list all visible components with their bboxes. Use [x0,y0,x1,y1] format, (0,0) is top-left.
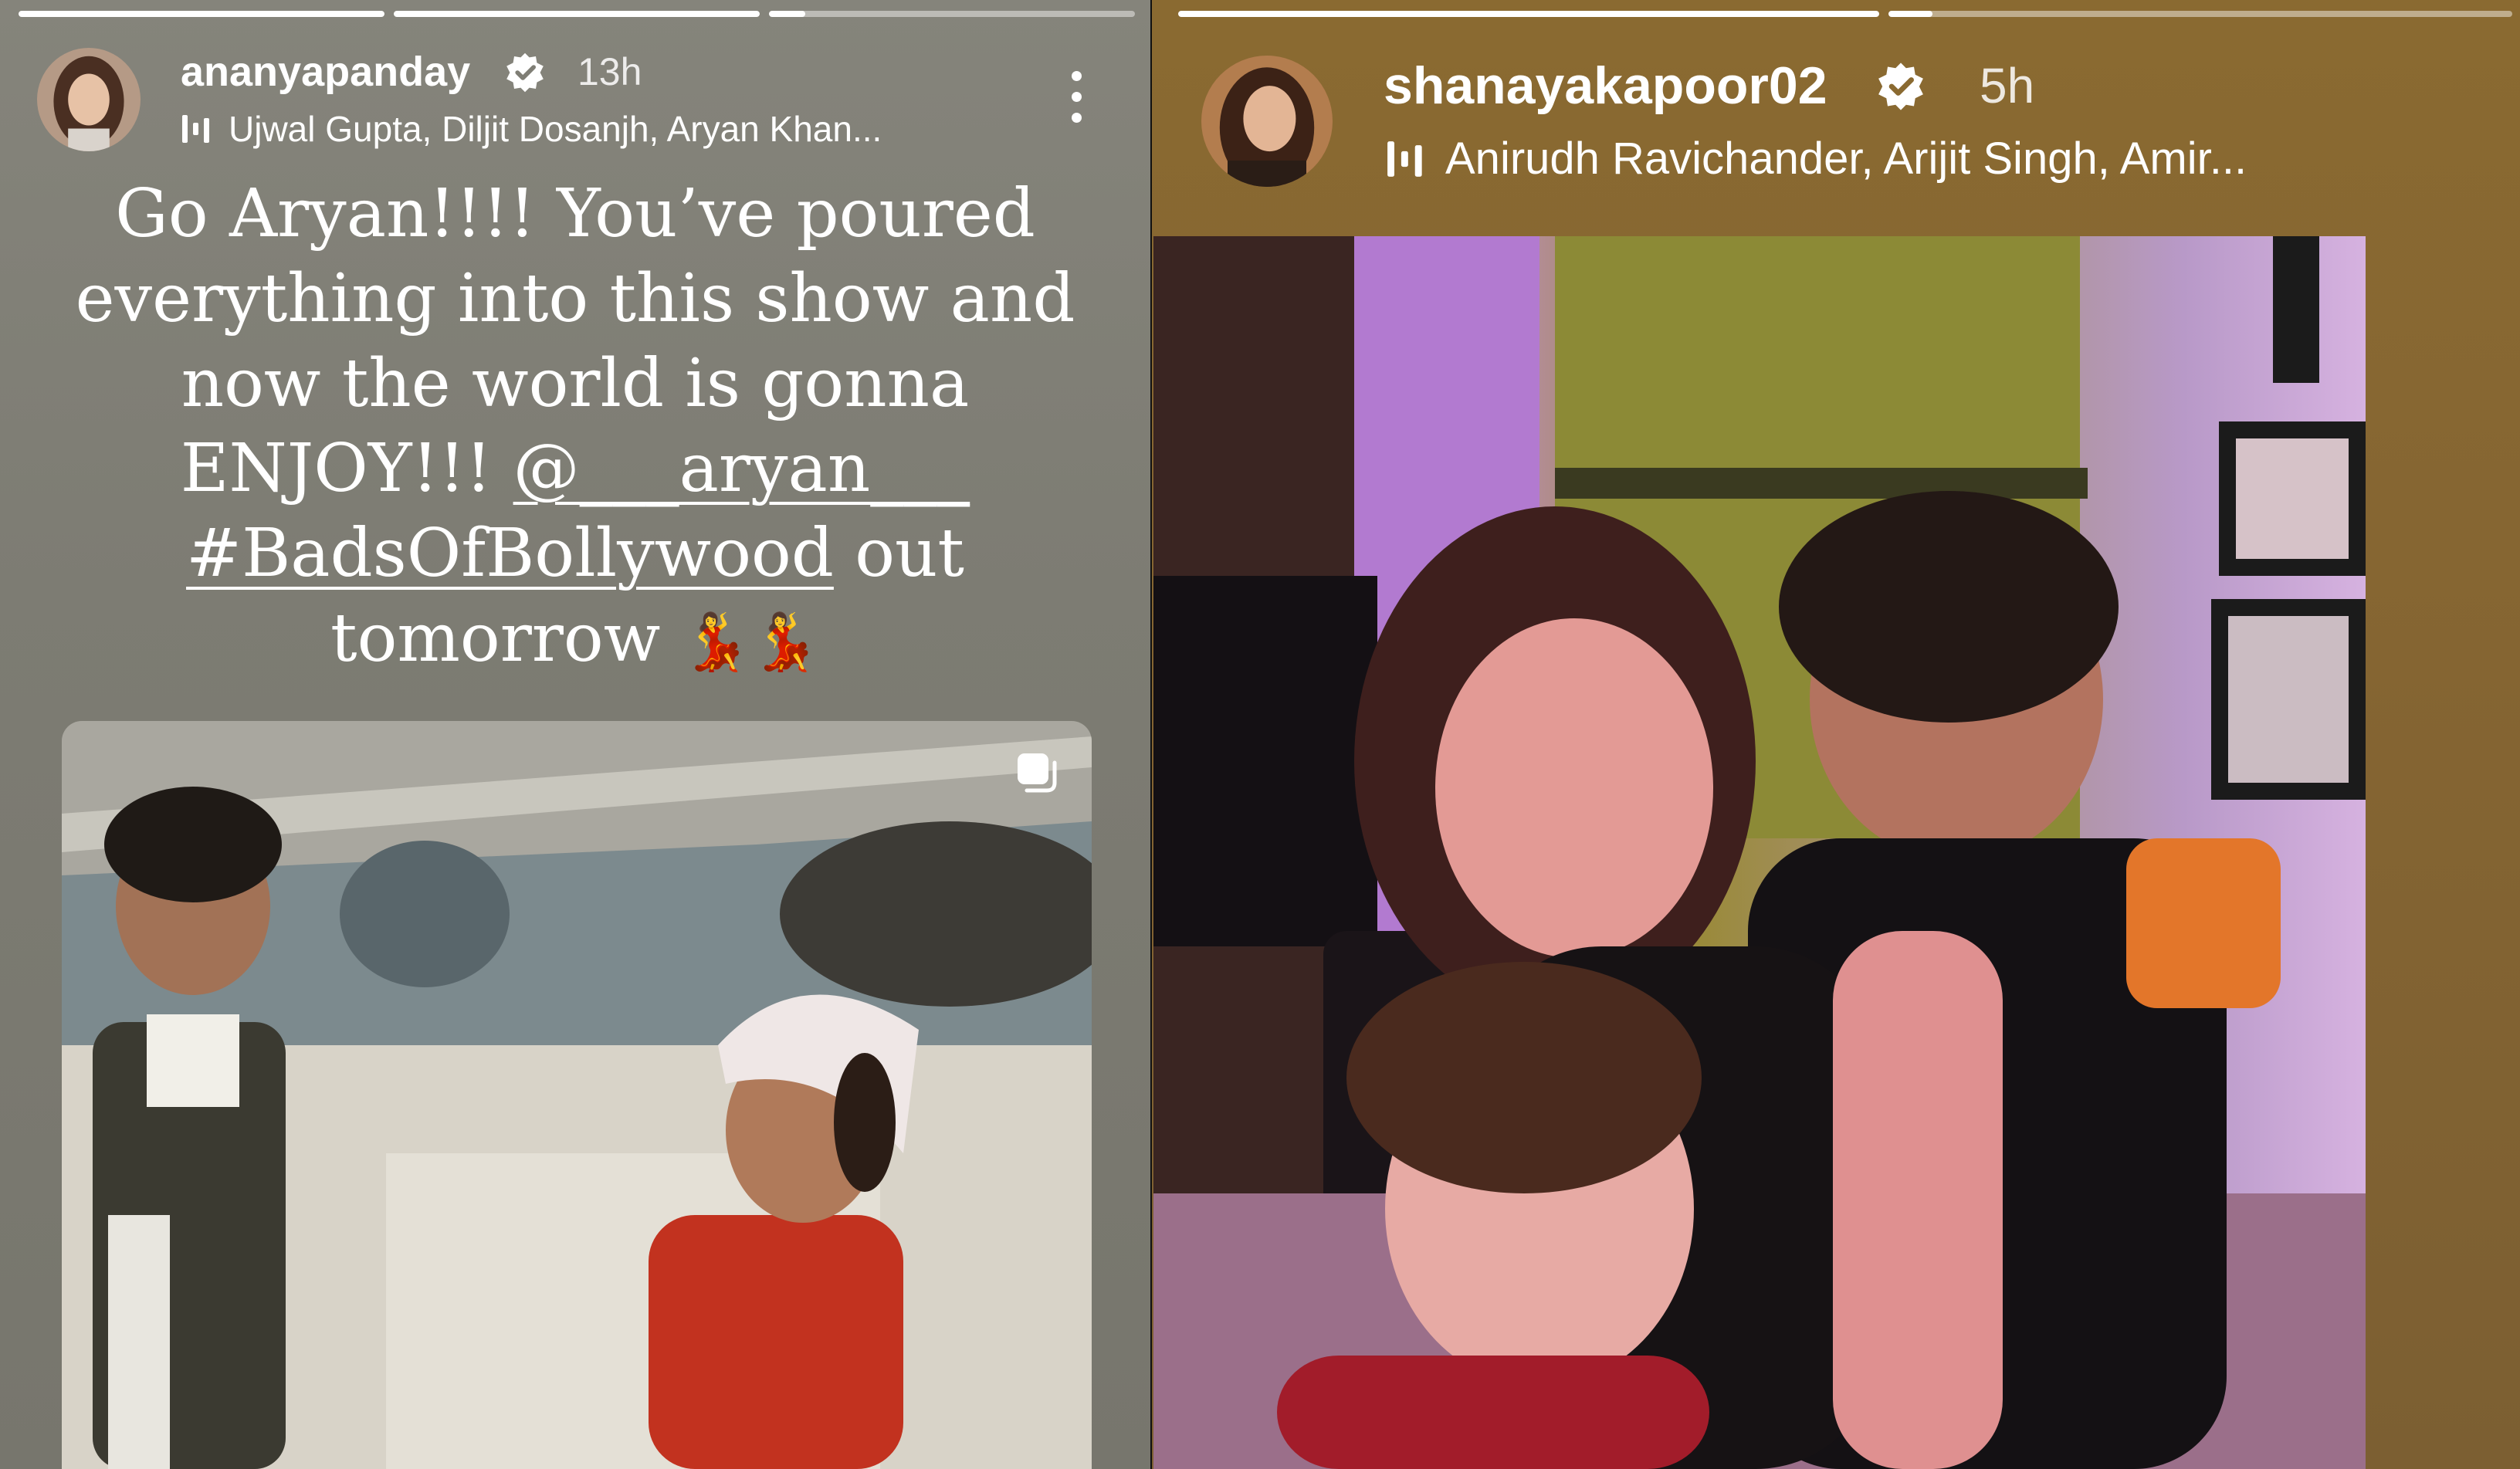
caption-line: everything into this show and [75,260,1075,337]
caption-line: now the world is gonna [181,345,970,422]
verified-badge-icon [503,51,547,94]
story-progress-bar [19,11,1135,17]
music-attribution[interactable]: Ujwal Gupta, Diljit Dosanjh, Aryan Khan.… [179,108,882,150]
progress-segment-1 [1178,11,1879,17]
repost-icon[interactable] [1014,750,1061,794]
story-caption: Go Aryan!!!! You’ve poured everything in… [46,171,1104,684]
time-ago: 13h [578,50,642,93]
username[interactable]: shanayakapoor02 [1384,56,1827,116]
progress-segment-3 [769,11,1135,17]
caption-line: Go Aryan!!!! You’ve poured [115,175,1035,252]
music-artists: Anirudh Ravichander, Arijit Singh, Amir.… [1445,134,2247,184]
progress-fill [1888,11,1932,17]
time-ago: 5h [1980,58,2035,113]
caption-line: ENJOY!!! @___aryan___ [46,426,1104,511]
caption-text: out [833,515,964,592]
story-panel-shanayakapoor02[interactable]: shanayakapoor02 5h Anirudh Ravichander, … [1152,0,2520,1469]
progress-fill [394,11,760,17]
music-artists: Ujwal Gupta, Diljit Dosanjh, Aryan Khan.… [229,109,882,149]
progress-segment-1 [19,11,384,17]
story-photo[interactable] [1153,236,2366,1469]
progress-fill [769,11,806,17]
story-progress-bar [1178,11,2512,17]
caption-text: tomorrow [330,600,661,677]
progress-fill [1178,11,1879,17]
progress-segment-2 [394,11,760,17]
caption-line: #BadsOfBollywood out [46,511,1104,596]
caption-text: ENJOY!!! [180,430,513,507]
progress-fill [19,11,384,17]
username[interactable]: ananyapanday [181,48,470,96]
reshared-photo[interactable] [62,721,1092,1469]
mention-link[interactable]: @___aryan___ [513,430,970,507]
progress-segment-2 [1888,11,2512,17]
music-bars-icon [1384,137,1427,181]
caption-line: tomorrow 💃💃 [46,596,1104,684]
dancer-emoji: 💃💃 [681,609,820,674]
music-bars-icon [179,112,213,146]
verified-badge-icon [1875,60,1927,113]
story-panel-ananyapanday[interactable]: ananyapanday 13h Ujwal Gupta, Diljit Dos… [0,0,1150,1469]
avatar[interactable] [1201,56,1333,187]
more-options-icon[interactable] [1061,62,1092,131]
hashtag-link[interactable]: #BadsOfBollywood [186,515,834,592]
music-attribution[interactable]: Anirudh Ravichander, Arijit Singh, Amir.… [1384,133,2247,184]
avatar[interactable] [37,48,141,151]
